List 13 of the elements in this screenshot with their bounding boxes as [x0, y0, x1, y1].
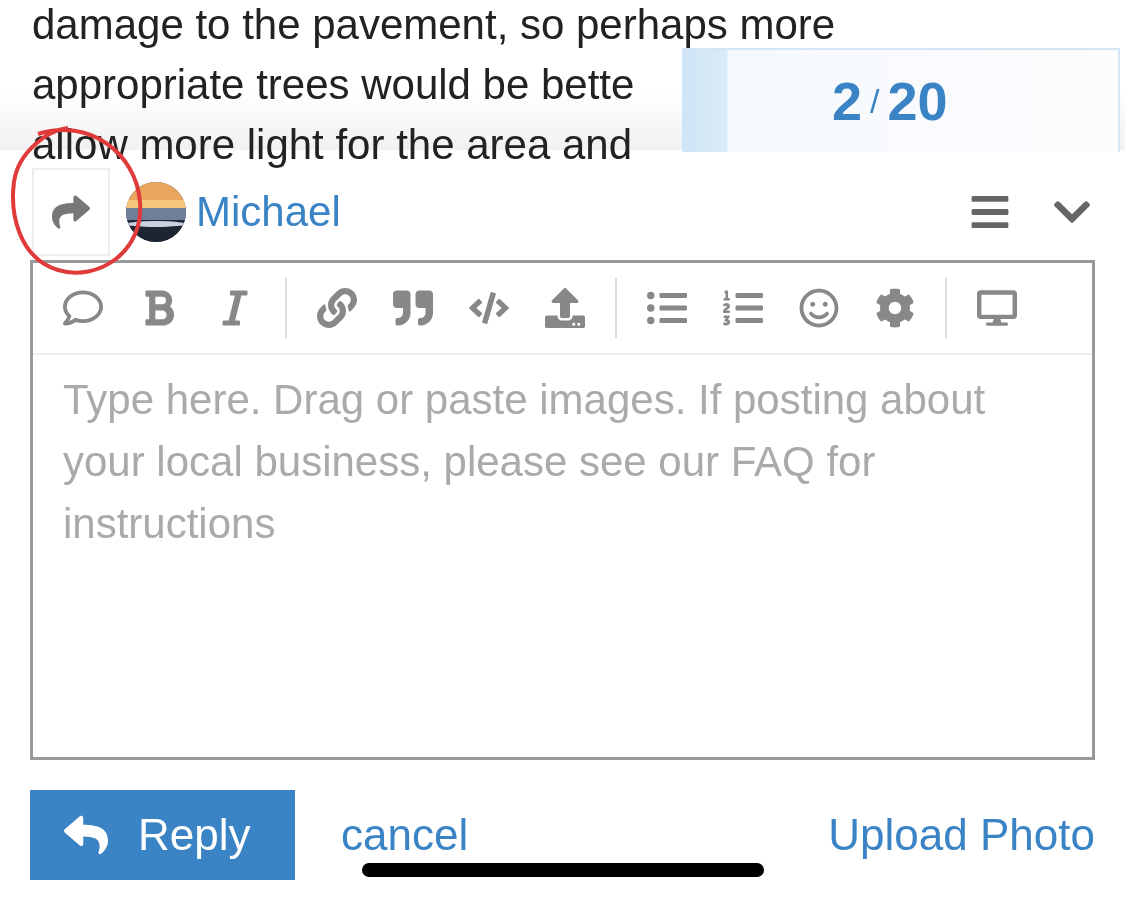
share-button[interactable]: [32, 168, 110, 256]
curved-arrow-icon: [52, 193, 90, 231]
username-link[interactable]: Michael: [196, 188, 929, 236]
upload-photo-link[interactable]: Upload Photo: [828, 810, 1095, 860]
cancel-link[interactable]: cancel: [341, 810, 829, 860]
current-post-number: 2: [832, 70, 863, 132]
post-text-line: damage to the pavement, so perhaps more: [32, 2, 836, 48]
total-post-count: 20: [887, 70, 948, 132]
counter-slash: /: [870, 81, 880, 121]
post-text-line: appropriate trees would be bette: [32, 62, 635, 108]
reply-arrow-icon: [64, 813, 108, 857]
reply-button[interactable]: Reply: [30, 790, 295, 880]
message-editor[interactable]: Type here. Drag or paste images. If posting about your local business, please see our FAQ for instructions: [30, 260, 1095, 760]
